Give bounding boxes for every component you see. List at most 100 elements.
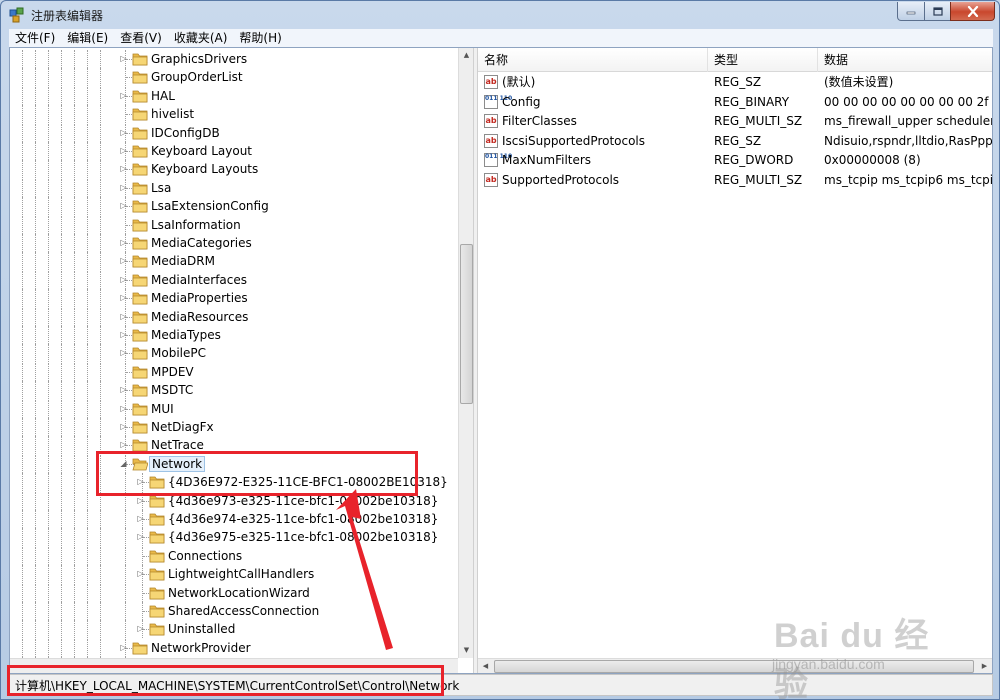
menu-file[interactable]: 文件(F) (9, 29, 61, 47)
tree-item-label[interactable]: Uninstalled (166, 621, 237, 637)
tree-item[interactable]: ▷ NetDiagFx (10, 418, 458, 436)
tree-item-label[interactable]: MSDTC (149, 382, 195, 398)
scroll-left-icon[interactable]: ◀ (478, 659, 493, 673)
expand-arrow-icon[interactable]: ▷ (119, 422, 128, 431)
value-row[interactable]: ab FilterClasses REG_MULTI_SZ ms_firewall_u… (478, 112, 992, 131)
expand-arrow-icon[interactable]: ▷ (119, 164, 128, 173)
tree-item-label[interactable]: MUI (149, 401, 176, 417)
tree-item-label[interactable]: LsaInformation (149, 217, 243, 233)
scroll-right-icon[interactable]: ▶ (977, 659, 992, 673)
tree-item-label[interactable]: MediaResources (149, 309, 250, 325)
tree-item[interactable]: ▷ Uninstalled (10, 620, 458, 639)
minimize-button[interactable] (897, 2, 925, 21)
tree-item[interactable]: ▷ MediaDRM (10, 252, 458, 271)
expand-arrow-icon[interactable]: ▷ (119, 275, 128, 284)
tree-item-label[interactable]: NetworkProvider (149, 640, 253, 656)
tree-scroll-thumb[interactable] (460, 244, 473, 404)
expand-arrow-icon[interactable]: ▷ (119, 404, 128, 413)
value-list-pane[interactable]: 名称 类型 数据 ab (默认) REG_SZ (数值未设置) 011 110 Confi… (478, 48, 992, 673)
tree-item[interactable]: ▷ MediaCategories (10, 234, 458, 252)
tree-item[interactable]: ▷ MobilePC (10, 344, 458, 363)
expand-arrow-icon[interactable]: ▷ (119, 201, 128, 210)
tree-vertical-scrollbar[interactable]: ▲ ▼ (458, 48, 473, 658)
value-row[interactable]: ab SupportedProtocols REG_MULTI_SZ ms_tcpip… (478, 171, 992, 190)
tree-item-label[interactable]: GroupOrderList (149, 69, 245, 85)
column-type[interactable]: 类型 (708, 48, 818, 72)
expand-arrow-icon[interactable]: ▷ (119, 330, 128, 339)
tree-item[interactable]: ▷ Keyboard Layout (10, 142, 458, 160)
tree-item[interactable]: ▷ MediaResources (10, 307, 458, 326)
value-row[interactable]: 011 110 MaxNumFilters REG_DWORD 0x00000008 … (478, 151, 992, 170)
scroll-down-icon[interactable]: ▼ (459, 643, 473, 658)
tree-item-label[interactable]: MediaProperties (149, 290, 250, 306)
expand-arrow-icon[interactable]: ▷ (119, 385, 128, 394)
tree-item[interactable]: ▷ MUI (10, 399, 458, 418)
tree-item[interactable]: ▷ LightweightCallHandlers (10, 565, 458, 584)
tree-item-label[interactable]: Connections (166, 548, 244, 564)
expand-arrow-icon[interactable]: ▷ (136, 569, 145, 578)
value-row[interactable]: 011 110 Config REG_BINARY 00 00 00 00 00 00… (478, 93, 992, 112)
tree-item[interactable]: LsaInformation (10, 215, 458, 234)
tree-item[interactable]: ▷ GraphicsDrivers (10, 50, 458, 68)
close-button[interactable] (950, 2, 995, 21)
tree-item[interactable]: ▷ MSDTC (10, 381, 458, 400)
menu-edit[interactable]: 编辑(E) (61, 29, 114, 47)
tree-item[interactable]: MPDEV (10, 362, 458, 381)
tree-item[interactable]: Connections (10, 546, 458, 565)
scroll-up-icon[interactable]: ▲ (459, 48, 473, 63)
tree-item-label[interactable]: Keyboard Layout (149, 143, 254, 159)
tree-item-label[interactable]: MediaTypes (149, 327, 223, 343)
tree-item[interactable]: ▷ MediaTypes (10, 326, 458, 344)
tree-item[interactable]: SharedAccessConnection (10, 602, 458, 620)
column-name[interactable]: 名称 (478, 48, 708, 72)
tree-item-label[interactable]: NetDiagFx (149, 419, 216, 435)
expand-arrow-icon[interactable]: ▷ (119, 440, 128, 449)
expand-arrow-icon[interactable]: ▷ (119, 128, 128, 137)
tree-item[interactable]: ▷ Keyboard Layouts (10, 160, 458, 179)
menu-favorites[interactable]: 收藏夹(A) (168, 29, 234, 47)
tree-item[interactable]: ▷ MediaInterfaces (10, 270, 458, 289)
expand-arrow-icon[interactable]: ▷ (119, 146, 128, 155)
tree-item-label[interactable]: MediaCategories (149, 235, 254, 251)
title-bar[interactable]: 注册表编辑器 (1, 1, 999, 29)
tree-item[interactable]: ▷ LsaExtensionConfig (10, 197, 458, 216)
tree-item-label[interactable]: NetworkLocationWizard (166, 585, 312, 601)
expand-arrow-icon[interactable]: ▷ (119, 238, 128, 247)
expand-arrow-icon[interactable]: ▷ (119, 643, 128, 652)
tree-item-label[interactable]: LightweightCallHandlers (166, 566, 316, 582)
tree-item-label[interactable]: {4d36e974-e325-11ce-bfc1-08002be10318} (166, 511, 440, 527)
tree-item-label[interactable]: LsaExtensionConfig (149, 198, 271, 214)
expand-arrow-icon[interactable]: ▷ (119, 348, 128, 357)
key-tree-pane[interactable]: ▷ GraphicsDrivers GroupOrderList ▷ HAL hiveli… (10, 48, 473, 673)
tree-item[interactable]: ▷ {4d36e974-e325-11ce-bfc1-08002be10318} (10, 510, 458, 528)
expand-arrow-icon[interactable]: ▷ (136, 496, 145, 505)
tree-item[interactable]: ▷ {4d36e975-e325-11ce-bfc1-08002be10318} (10, 528, 458, 547)
menu-view[interactable]: 查看(V) (114, 29, 168, 47)
tree-item[interactable]: ▷ NetworkProvider (10, 638, 458, 657)
expand-arrow-icon[interactable]: ▷ (136, 514, 145, 523)
tree-item-label[interactable]: GraphicsDrivers (149, 51, 249, 67)
tree-item-label[interactable]: Lsa (149, 180, 173, 196)
expand-arrow-icon[interactable]: ▷ (119, 91, 128, 100)
expand-arrow-icon[interactable]: ▷ (136, 532, 145, 541)
expand-arrow-icon[interactable]: ▷ (119, 256, 128, 265)
column-data[interactable]: 数据 (818, 48, 992, 72)
tree-item[interactable]: hivelist (10, 105, 458, 124)
tree-item-label[interactable]: MPDEV (149, 364, 196, 380)
tree-item[interactable]: ▷ MediaProperties (10, 289, 458, 308)
tree-item-label[interactable]: MediaInterfaces (149, 272, 249, 288)
value-row[interactable]: ab (默认) REG_SZ (数值未设置) (478, 73, 992, 92)
maximize-button[interactable] (924, 2, 951, 21)
tree-item-label[interactable]: {4d36e975-e325-11ce-bfc1-08002be10318} (166, 529, 440, 545)
tree-item[interactable]: ▷ IDConfigDB (10, 123, 458, 142)
tree-item-label[interactable]: MobilePC (149, 345, 208, 361)
tree-item[interactable]: GroupOrderList (10, 68, 458, 87)
tree-item[interactable]: ▷ Lsa (10, 178, 458, 197)
expand-arrow-icon[interactable]: ▷ (119, 312, 128, 321)
expand-arrow-icon[interactable]: ▷ (119, 54, 128, 63)
expand-arrow-icon[interactable]: ▷ (119, 293, 128, 302)
tree-item-label[interactable]: MediaDRM (149, 253, 217, 269)
tree-item-label[interactable]: SharedAccessConnection (166, 603, 321, 619)
tree-item-label[interactable]: Keyboard Layouts (149, 161, 260, 177)
tree-item[interactable]: NetworkLocationWizard (10, 583, 458, 602)
